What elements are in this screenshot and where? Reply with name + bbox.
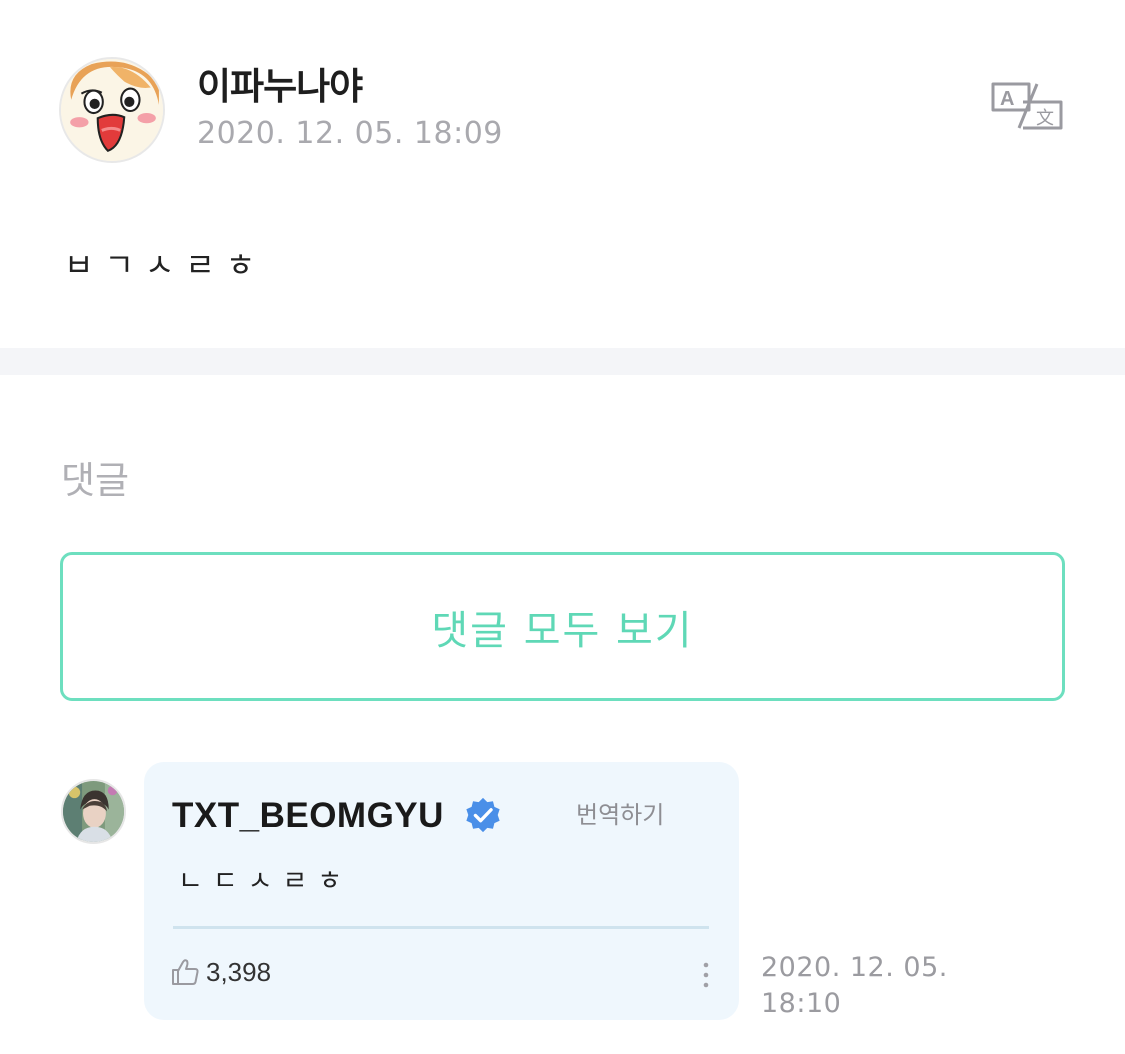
more-options-icon[interactable]	[696, 960, 716, 990]
translate-icon[interactable]: A 文	[989, 80, 1065, 132]
svg-text:文: 文	[1036, 108, 1054, 129]
comment-divider	[173, 926, 709, 929]
commenter-avatar[interactable]	[61, 779, 126, 844]
section-divider	[0, 348, 1125, 375]
commenter-photo	[63, 781, 124, 842]
author-avatar[interactable]	[59, 57, 165, 163]
post-detail-page: 이파누나야 2020. 12. 05. 18:09 A 文 ㅂㄱㅅㄹㅎ 댓글 댓…	[0, 0, 1125, 1054]
post-body-text: ㅂㄱㅅㄹㅎ	[64, 246, 267, 284]
comment-timestamp-time: 18:10	[761, 988, 842, 1019]
like-button[interactable]: 3,398	[170, 955, 271, 989]
comment-text: ㄴㄷㅅㄹㅎ	[178, 866, 353, 897]
translate-comment-link[interactable]: 번역하기	[576, 795, 664, 830]
comments-heading: 댓글	[61, 459, 130, 502]
svg-text:A: A	[1000, 88, 1014, 110]
post-timestamp: 2020. 12. 05. 18:09	[197, 116, 503, 151]
post-author-name[interactable]: 이파누나야	[197, 56, 363, 110]
commenter-name[interactable]: TXT_BEOMGYU	[172, 796, 444, 836]
view-all-comments-button[interactable]: 댓글 모두 보기	[60, 552, 1065, 701]
comment-timestamp-date: 2020. 12. 05.	[761, 952, 948, 983]
hamster-avatar-illustration	[61, 59, 163, 161]
thumbs-up-icon	[172, 959, 199, 985]
verified-badge-icon	[464, 796, 502, 834]
comment-timestamp: 2020. 12. 05. 18:10	[761, 950, 991, 1022]
like-count: 3,398	[206, 956, 272, 987]
comment-bubble: TXT_BEOMGYU 번역하기 ㄴㄷㅅㄹㅎ 3,398	[144, 762, 739, 1020]
